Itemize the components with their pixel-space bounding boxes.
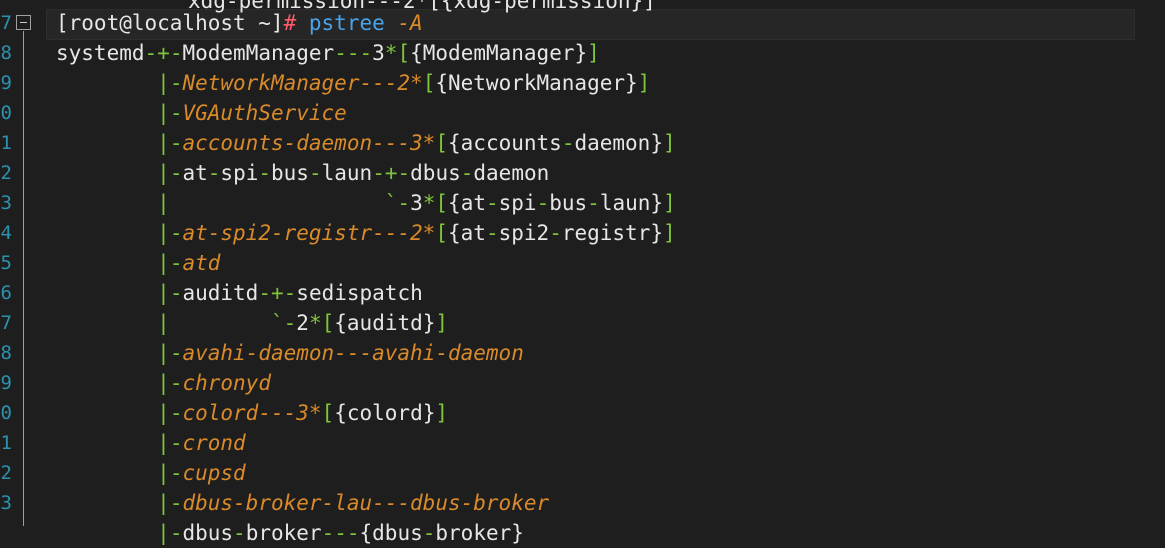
pstree-line: |-avahi-daemon---avahi-daemon [157,341,524,365]
command-text: pstree [308,11,385,35]
pstree-line: |-at-spi2-registr---2*[{at-spi2-registr}… [157,221,676,245]
line-number: 3 [0,192,12,214]
pstree-line: |-auditd-+-sedispatch [157,281,423,305]
line-number: 0 [0,402,12,424]
line-number: 1 [0,432,12,454]
pstree-line-partial: |-dbus-broker---{dbus-broker} [157,521,524,545]
pstree-line: |-accounts-daemon---3*[{accounts-daemon}… [157,131,676,155]
line-number: 2 [0,462,12,484]
fold-guide-line [23,31,24,526]
pstree-line: |-atd [157,251,221,275]
pstree-line: |-crond [157,431,246,455]
prompt-user-host: [root@localhost ~] [56,11,284,35]
line-number: 0 [0,102,12,124]
pstree-line: |-VGAuthService [157,101,347,125]
command-option: -A [397,11,423,35]
shell-prompt-line: [root@localhost ~]# pstree -A [56,8,423,38]
line-number: 5 [0,252,12,274]
line-number: 7 [0,312,12,334]
line-number: 3 [0,492,12,514]
pstree-line: systemd-+-ModemManager---3*[{ModemManage… [56,41,600,65]
collapse-icon[interactable] [16,15,31,30]
line-number: 4 [0,222,12,244]
pstree-line: | `-3*[{at-spi-bus-laun}] [157,191,676,215]
line-number: 1 [0,132,12,154]
pstree-line: |-colord---3*[{colord}] [157,401,449,425]
pstree-line: |-cupsd [157,461,246,485]
pstree-line: |-chronyd [157,371,271,395]
pstree-line: | `-2*[{auditd}] [157,311,449,335]
prompt-symbol: # [283,11,297,35]
line-number: 7 [0,12,12,34]
pstree-line: |-dbus-broker-lau---dbus-broker [157,491,550,515]
line-number: 2 [0,162,12,184]
pstree-line: |-at-spi-bus-laun-+-dbus-daemon [157,161,550,185]
line-number: 6 [0,282,12,304]
line-number: 9 [0,72,12,94]
pstree-line: |-NetworkManager---2*[{NetworkManager}] [157,71,651,95]
line-number: 8 [0,42,12,64]
line-number: 8 [0,342,12,364]
line-number: 9 [0,372,12,394]
